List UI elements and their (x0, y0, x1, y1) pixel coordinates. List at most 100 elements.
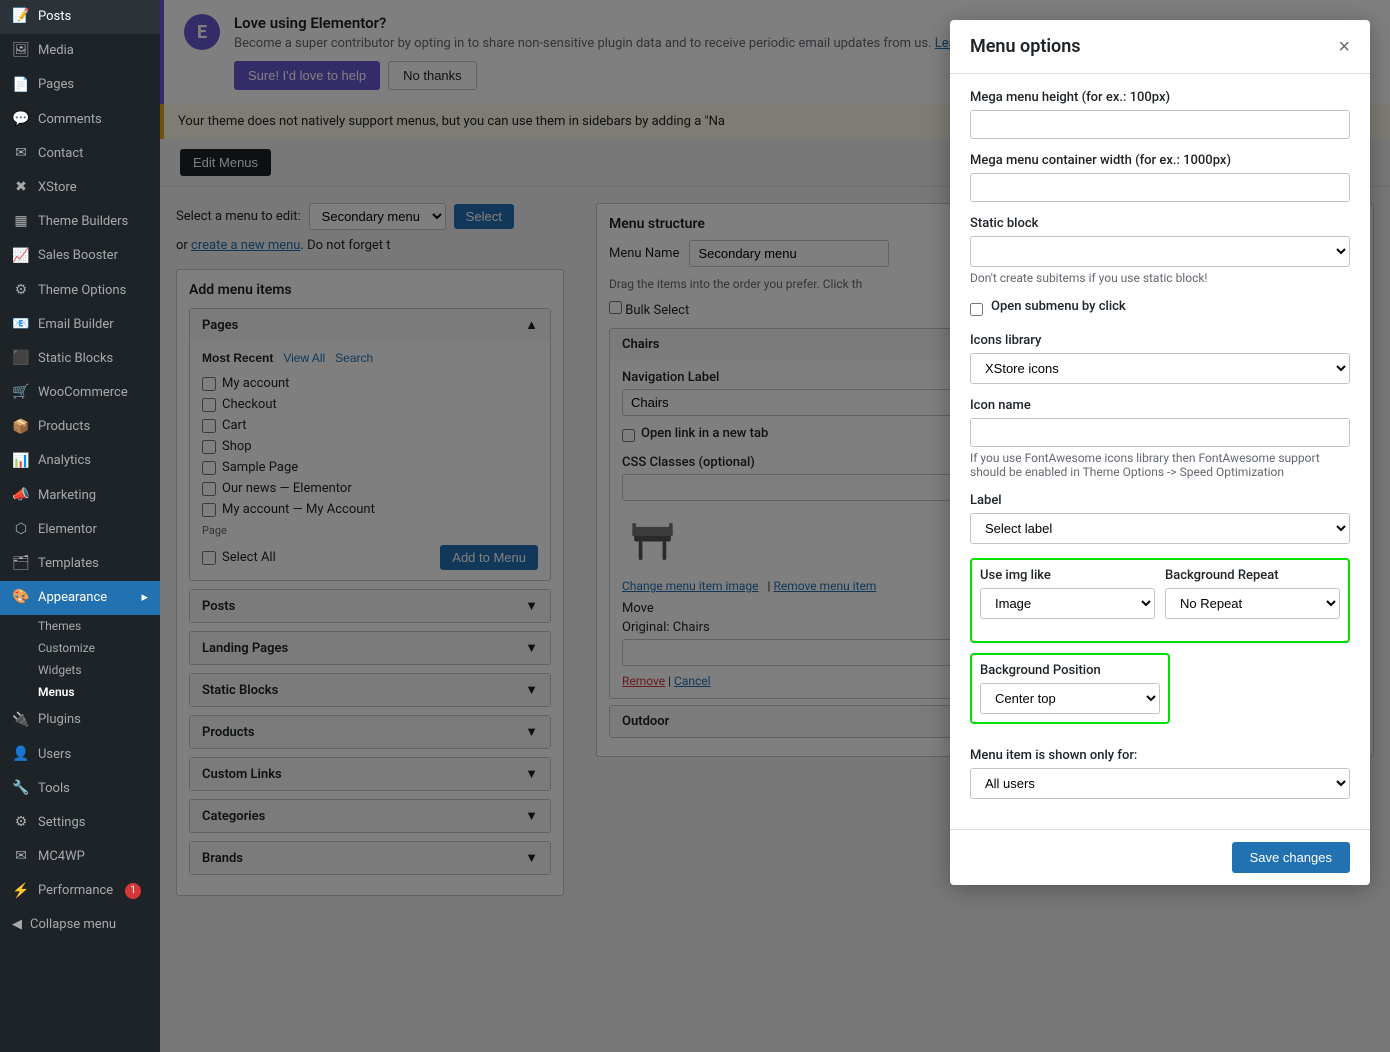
open-submenu-label: Open submenu by click (991, 299, 1126, 314)
sidebar-item-templates[interactable]: 🗂 Templates (0, 547, 160, 581)
comments-icon: 💬 (12, 111, 30, 129)
sidebar-item-mc4wp[interactable]: ✉ MC4WP (0, 840, 160, 874)
analytics-icon: 📊 (12, 453, 30, 471)
save-changes-button[interactable]: Save changes (1232, 842, 1350, 873)
sidebar-item-products[interactable]: 📦 Products (0, 410, 160, 444)
mc4wp-icon: ✉ (12, 848, 30, 866)
sidebar-item-performance[interactable]: ⚡ Performance 1 (0, 874, 160, 908)
bg-repeat-label: Background Repeat (1165, 568, 1340, 583)
bg-position-wrapper: Background Position Center top (970, 653, 1350, 738)
sidebar-item-sales-booster[interactable]: 📈 Sales Booster (0, 239, 160, 273)
sidebar-item-appearance[interactable]: 🎨 Appearance ▸ (0, 581, 160, 615)
marketing-icon: 📣 (12, 487, 30, 505)
sidebar-item-plugins[interactable]: 🔌 Plugins (0, 703, 160, 737)
xstore-icon: ✖ (12, 179, 30, 197)
icons-library-select[interactable]: XStore icons (970, 353, 1350, 384)
mega-menu-height-input[interactable] (970, 110, 1350, 139)
sidebar-sub-widgets[interactable]: Widgets (0, 659, 160, 681)
collapse-icon: ◀ (12, 917, 22, 932)
settings-icon: ⚙ (12, 814, 30, 832)
modal-title: Menu options (970, 36, 1081, 57)
icons-library-field: Icons library XStore icons (970, 333, 1350, 384)
posts-icon: 📝 (12, 8, 30, 26)
icon-name-note: If you use FontAwesome icons library the… (970, 451, 1350, 479)
sidebar-item-contact[interactable]: ✉ Contact (0, 137, 160, 171)
email-builder-icon: 📧 (12, 316, 30, 334)
mega-menu-container-width-label: Mega menu container width (for ex.: 1000… (970, 153, 1350, 168)
sidebar-item-tools[interactable]: 🔧 Tools (0, 772, 160, 806)
modal-header: Menu options × (950, 20, 1370, 74)
static-block-label: Static block (970, 216, 1350, 231)
icon-name-input[interactable] (970, 418, 1350, 447)
sidebar-item-settings[interactable]: ⚙ Settings (0, 806, 160, 840)
theme-options-icon: ⚙ (12, 282, 30, 300)
sidebar-item-analytics[interactable]: 📊 Analytics (0, 444, 160, 478)
sidebar-sub-menus[interactable]: Menus (0, 681, 160, 703)
sidebar-sub-themes[interactable]: Themes (0, 615, 160, 637)
modal-overlay: Menu options × Mega menu height (for ex.… (160, 0, 1390, 1052)
mega-menu-container-width-input[interactable] (970, 173, 1350, 202)
sidebar-item-pages[interactable]: 📄 Pages (0, 68, 160, 102)
sidebar-item-media[interactable]: 🖼 Media (0, 34, 160, 68)
woocommerce-icon: 🛒 (12, 384, 30, 402)
modal-body: Mega menu height (for ex.: 100px) Mega m… (950, 74, 1370, 829)
bg-position-label: Background Position (980, 663, 1160, 678)
templates-icon: 🗂 (12, 555, 30, 573)
label-select[interactable]: Select label (970, 513, 1350, 544)
sidebar-item-posts[interactable]: 📝 Posts (0, 0, 160, 34)
bg-repeat-field: Background Repeat No Repeat (1165, 568, 1340, 619)
mega-menu-height-label: Mega menu height (for ex.: 100px) (970, 90, 1350, 105)
mega-menu-container-width-field: Mega menu container width (for ex.: 1000… (970, 153, 1350, 202)
open-submenu-field: Open submenu by click (970, 299, 1350, 319)
theme-builders-icon: ▦ (12, 213, 30, 231)
sales-booster-icon: 📈 (12, 247, 30, 265)
img-bg-row: Use img like Image Background Repeat No … (970, 558, 1350, 643)
modal-close-button[interactable]: × (1338, 37, 1350, 57)
sidebar-item-email-builder[interactable]: 📧 Email Builder (0, 308, 160, 342)
tools-icon: 🔧 (12, 780, 30, 798)
bg-position-select[interactable]: Center top (980, 683, 1160, 714)
sidebar-item-theme-options[interactable]: ⚙ Theme Options (0, 274, 160, 308)
bg-position-field: Background Position Center top (970, 653, 1170, 724)
sidebar-item-marketing[interactable]: 📣 Marketing (0, 479, 160, 513)
sidebar-item-xstore[interactable]: ✖ XStore (0, 171, 160, 205)
sidebar-item-woocommerce[interactable]: 🛒 WooCommerce (0, 376, 160, 410)
media-icon: 🖼 (12, 42, 30, 60)
static-block-note: Don't create subitems if you use static … (970, 271, 1350, 285)
label-label: Label (970, 493, 1350, 508)
appearance-icon: 🎨 (12, 589, 30, 607)
collapse-menu[interactable]: ◀ Collapse menu (0, 909, 160, 940)
icons-library-label: Icons library (970, 333, 1350, 348)
use-img-like-label: Use img like (980, 568, 1155, 583)
sidebar-item-users[interactable]: 👤 Users (0, 738, 160, 772)
sidebar-sub-customize[interactable]: Customize (0, 637, 160, 659)
icon-name-label: Icon name (970, 398, 1350, 413)
static-block-field: Static block Don't create subitems if yo… (970, 216, 1350, 285)
use-img-like-select[interactable]: Image (980, 588, 1155, 619)
icon-name-field: Icon name If you use FontAwesome icons l… (970, 398, 1350, 479)
menu-item-shown-field: Menu item is shown only for: All users (970, 748, 1350, 799)
modal-footer: Save changes (950, 829, 1370, 885)
sidebar: 📝 Posts 🖼 Media 📄 Pages 💬 Comments ✉ Con… (0, 0, 160, 1052)
menu-item-shown-label: Menu item is shown only for: (970, 748, 1350, 763)
pages-icon: 📄 (12, 76, 30, 94)
static-blocks-icon: ⬛ (12, 350, 30, 368)
open-submenu-checkbox[interactable] (970, 303, 983, 316)
sidebar-item-static-blocks[interactable]: ⬛ Static Blocks (0, 342, 160, 376)
sidebar-item-comments[interactable]: 💬 Comments (0, 103, 160, 137)
elementor-icon: ⬡ (12, 521, 30, 539)
plugins-icon: 🔌 (12, 711, 30, 729)
bg-repeat-select[interactable]: No Repeat (1165, 588, 1340, 619)
label-field: Label Select label (970, 493, 1350, 544)
use-img-like-field: Use img like Image (980, 568, 1155, 619)
users-icon: 👤 (12, 746, 30, 764)
sidebar-item-theme-builders[interactable]: ▦ Theme Builders (0, 205, 160, 239)
sidebar-item-elementor[interactable]: ⬡ Elementor (0, 513, 160, 547)
mega-menu-height-field: Mega menu height (for ex.: 100px) (970, 90, 1350, 139)
main-content: E Love using Elementor? Become a super c… (160, 0, 1390, 1052)
menu-options-modal: Menu options × Mega menu height (for ex.… (950, 20, 1370, 885)
static-block-select[interactable] (970, 236, 1350, 267)
performance-icon: ⚡ (12, 882, 30, 900)
menu-item-shown-select[interactable]: All users (970, 768, 1350, 799)
products-icon: 📦 (12, 418, 30, 436)
